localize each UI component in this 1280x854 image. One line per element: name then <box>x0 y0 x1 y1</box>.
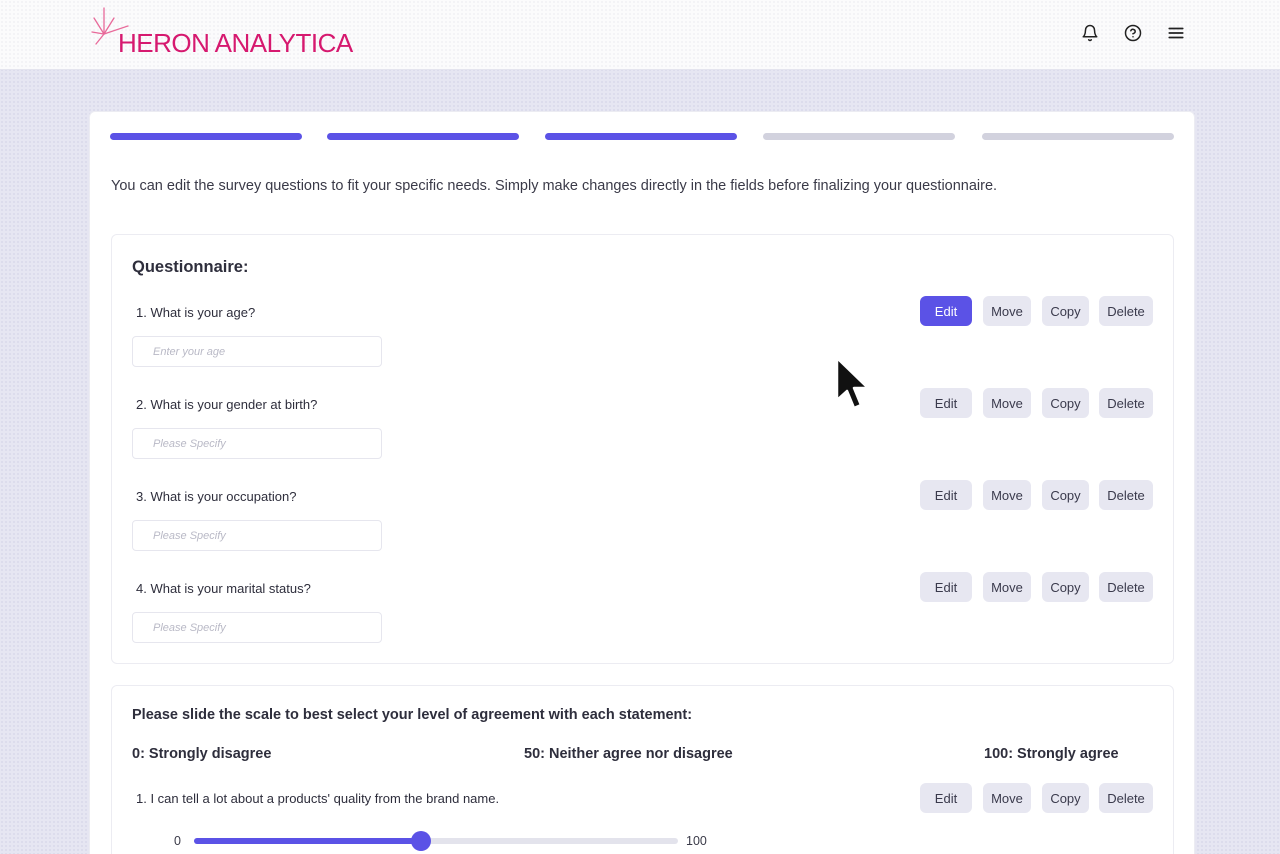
slider-thumb[interactable] <box>411 831 432 851</box>
question-3-label: 3. What is your occupation? <box>136 489 297 504</box>
question-4-label: 4. What is your marital status? <box>136 581 311 596</box>
question-2-edit-button[interactable]: Edit <box>920 388 972 418</box>
progress-step-5 <box>982 133 1174 140</box>
statement-1-label: 1. I can tell a lot about a products' qu… <box>136 791 500 806</box>
survey-editor-card: You can edit the survey questions to fit… <box>89 111 1195 854</box>
question-2-delete-button[interactable]: Delete <box>1099 388 1153 418</box>
question-4-copy-button[interactable]: Copy <box>1042 572 1089 602</box>
question-4-move-button[interactable]: Move <box>983 572 1031 602</box>
slider-min-label: 0 <box>174 834 181 848</box>
progress-step-2 <box>327 133 519 140</box>
question-2-label: 2. What is your gender at birth? <box>136 397 318 412</box>
question-3-edit-button[interactable]: Edit <box>920 480 972 510</box>
questionnaire-panel: Questionnaire: 1. What is your age? Edit… <box>111 234 1174 664</box>
question-1-move-button[interactable]: Move <box>983 296 1031 326</box>
progress-step-3 <box>545 133 737 140</box>
progress-step-4 <box>763 133 955 140</box>
question-1-edit-button[interactable]: Edit <box>920 296 972 326</box>
question-1-delete-button[interactable]: Delete <box>1099 296 1153 326</box>
menu-icon[interactable] <box>1165 22 1187 44</box>
question-3-copy-button[interactable]: Copy <box>1042 480 1089 510</box>
questionnaire-title: Questionnaire: <box>132 258 249 276</box>
statement-1-delete-button[interactable]: Delete <box>1099 783 1153 813</box>
scale-low-label: 0: Strongly disagree <box>132 746 272 762</box>
statement-1-edit-button[interactable]: Edit <box>920 783 972 813</box>
slider-fill <box>194 838 422 844</box>
question-1-input[interactable] <box>132 336 382 367</box>
agreement-slider[interactable] <box>194 831 678 851</box>
question-3-move-button[interactable]: Move <box>983 480 1031 510</box>
help-circle-icon[interactable] <box>1122 22 1144 44</box>
scale-mid-label: 50: Neither agree nor disagree <box>524 746 733 762</box>
slider-max-label: 100 <box>686 834 707 848</box>
question-2-input[interactable] <box>132 428 382 459</box>
statement-1-move-button[interactable]: Move <box>983 783 1031 813</box>
top-header: HERON ANALYTICA <box>0 0 1280 70</box>
question-2-move-button[interactable]: Move <box>983 388 1031 418</box>
question-1-copy-button[interactable]: Copy <box>1042 296 1089 326</box>
question-4-input[interactable] <box>132 612 382 643</box>
agreement-panel: Please slide the scale to best select yo… <box>111 685 1174 854</box>
question-2-copy-button[interactable]: Copy <box>1042 388 1089 418</box>
progress-steps <box>110 133 1174 141</box>
agreement-title: Please slide the scale to best select yo… <box>132 707 693 723</box>
brand-logo[interactable]: HERON ANALYTICA <box>90 6 353 58</box>
question-3-delete-button[interactable]: Delete <box>1099 480 1153 510</box>
statement-1-copy-button[interactable]: Copy <box>1042 783 1089 813</box>
progress-step-1 <box>110 133 302 140</box>
question-4-edit-button[interactable]: Edit <box>920 572 972 602</box>
bell-icon[interactable] <box>1079 22 1101 44</box>
question-1-label: 1. What is your age? <box>136 305 256 320</box>
intro-text: You can edit the survey questions to fit… <box>111 178 998 194</box>
brand-name: HERON ANALYTICA <box>118 28 353 58</box>
question-4-delete-button[interactable]: Delete <box>1099 572 1153 602</box>
question-3-input[interactable] <box>132 520 382 551</box>
scale-high-label: 100: Strongly agree <box>984 746 1119 762</box>
